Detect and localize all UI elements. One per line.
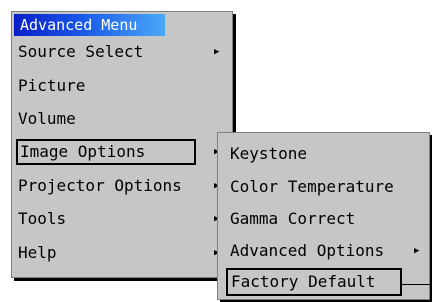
submenu-item-color-temperature[interactable]: Color Temperature bbox=[230, 173, 420, 201]
menu-item-help[interactable]: Help ▶ bbox=[18, 240, 226, 266]
menu-item-source-select[interactable]: Source Select ▶ bbox=[18, 39, 226, 65]
submenu-item-label: Gamma Correct bbox=[230, 209, 356, 228]
advanced-menu: Advanced Menu Source Select ▶ Picture Vo… bbox=[11, 11, 233, 278]
menu-item-label: Image Options bbox=[20, 142, 146, 161]
submenu-arrow-icon: ▶ bbox=[214, 47, 220, 57]
submenu-arrow-icon: ▶ bbox=[414, 246, 420, 256]
menu-item-label: Help bbox=[18, 243, 57, 262]
submenu-item-label: Advanced Options bbox=[230, 241, 385, 260]
submenu-item-gamma-correct[interactable]: Gamma Correct bbox=[230, 205, 420, 233]
submenu-item-factory-default[interactable]: Factory Default bbox=[226, 268, 402, 296]
menu-item-label: Source Select bbox=[18, 42, 144, 61]
menu-title: Advanced Menu bbox=[14, 14, 165, 36]
menu-item-label: Projector Options bbox=[18, 176, 182, 195]
submenu-item-label: Color Temperature bbox=[230, 177, 394, 196]
menu-item-tools[interactable]: Tools ▶ bbox=[18, 206, 226, 232]
menu-item-volume[interactable]: Volume bbox=[18, 106, 226, 132]
submenu-item-label: Keystone bbox=[230, 144, 308, 163]
image-options-submenu: Keystone Color Temperature Gamma Correct… bbox=[217, 132, 430, 300]
menu-item-label: Tools bbox=[18, 209, 67, 228]
submenu-item-label: Factory Default bbox=[231, 272, 376, 291]
submenu-item-advanced-options[interactable]: Advanced Options ▶ bbox=[230, 237, 426, 265]
menu-item-projector-options[interactable]: Projector Options ▶ bbox=[18, 173, 226, 199]
menu-item-label: Volume bbox=[18, 109, 76, 128]
menu-item-picture[interactable]: Picture bbox=[18, 73, 226, 99]
callout-leader-line bbox=[401, 284, 432, 285]
submenu-item-keystone[interactable]: Keystone bbox=[230, 140, 420, 168]
menu-item-label: Picture bbox=[18, 76, 86, 95]
menu-item-image-options[interactable]: Image Options bbox=[16, 139, 196, 165]
